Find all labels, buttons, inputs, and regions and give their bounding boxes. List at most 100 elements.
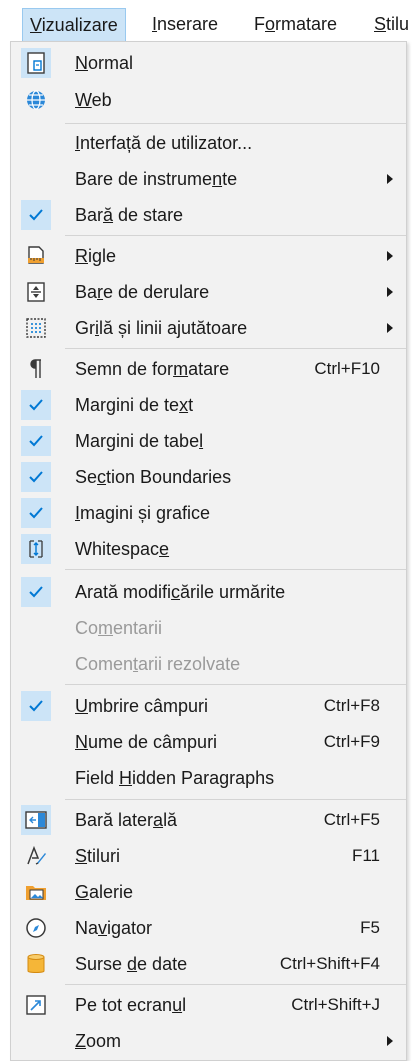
separator — [65, 984, 406, 985]
menu-item-normal[interactable]: Normal — [11, 45, 406, 81]
ruler-icon — [21, 241, 51, 271]
menu-item-label: Bare de instrumente — [75, 169, 238, 189]
menu-item-bara-laterala[interactable]: Bară laterală Ctrl+F5 — [11, 802, 406, 838]
menu-item-whitespace[interactable]: Whitespace — [11, 531, 406, 567]
menu-item-interfata-utilizator[interactable]: Interfață de utilizator... — [11, 125, 406, 161]
menu-item-label: Galerie — [75, 882, 134, 902]
menu-item-shortcut: Ctrl+Shift+F4 — [279, 954, 380, 973]
menu-item-semn-formatare[interactable]: Semn de formatare Ctrl+F10 — [11, 351, 406, 387]
menubar: Vizualizare Inserare Formatare Stilu — [0, 0, 412, 42]
menu-item-zoom[interactable]: Zoom — [11, 1023, 406, 1059]
menu-item-label: Stiluri — [75, 846, 121, 866]
scrollbar-icon — [21, 277, 51, 307]
menu-item-margini-tabel[interactable]: Margini de tabel — [11, 423, 406, 459]
submenu-arrow-icon — [387, 251, 393, 261]
view-dropdown-menu: Normal Web Interfață de utilizator... Ba… — [10, 41, 407, 1061]
whitespace-icon — [21, 534, 51, 564]
menu-item-label: Comentarii — [75, 618, 163, 638]
styles-icon — [21, 841, 51, 871]
database-icon — [21, 949, 51, 979]
menu-formatare[interactable]: Formatare — [254, 12, 337, 36]
menu-item-label: Web — [75, 90, 112, 110]
menu-item-pe-tot-ecranul[interactable]: Pe tot ecranul Ctrl+Shift+J — [11, 987, 406, 1023]
menu-item-label: Whitespace — [75, 539, 170, 559]
menu-item-arata-modificari[interactable]: Arată modificările urmărite — [11, 574, 406, 610]
pilcrow-icon — [21, 354, 51, 384]
menu-item-label: Field Hidden Paragraphs — [75, 768, 275, 788]
menu-item-label: Bare de derulare — [75, 282, 210, 302]
menu-item-label: Pe tot ecranul — [75, 995, 187, 1015]
menu-item-field-hidden-paragraphs[interactable]: Field Hidden Paragraphs — [11, 760, 406, 796]
menu-item-shortcut: Ctrl+F10 — [314, 359, 380, 378]
check-icon — [21, 462, 51, 492]
grid-icon — [21, 313, 51, 343]
check-icon — [21, 390, 51, 420]
menu-item-umbrire-campuri[interactable]: Umbrire câmpuri Ctrl+F8 — [11, 688, 406, 724]
menu-item-bare-instrumente[interactable]: Bare de instrumente — [11, 161, 406, 197]
menu-item-bare-derulare[interactable]: Bare de derulare — [11, 274, 406, 310]
menu-item-navigator[interactable]: Navigator F5 — [11, 910, 406, 946]
navigator-icon — [21, 913, 51, 943]
separator — [65, 799, 406, 800]
menu-item-label: Bară laterală — [75, 810, 178, 830]
menu-item-imagini-grafice[interactable]: Imagini și grafice — [11, 495, 406, 531]
menu-item-label: Section Boundaries — [75, 467, 232, 487]
sidebar-icon — [21, 805, 51, 835]
gallery-icon — [21, 877, 51, 907]
menu-item-label: Rigle — [75, 246, 117, 266]
menu-item-comentarii-rezolvate: Comentarii rezolvate — [11, 646, 406, 682]
menu-item-stiluri[interactable]: Stiluri F11 — [11, 838, 406, 874]
menu-item-grila-linii[interactable]: Grilă și linii ajutătoare — [11, 310, 406, 346]
menu-item-shortcut: Ctrl+F9 — [323, 732, 380, 751]
menu-item-margini-text[interactable]: Margini de text — [11, 387, 406, 423]
submenu-arrow-icon — [387, 287, 393, 297]
submenu-arrow-icon — [387, 174, 393, 184]
menu-inserare[interactable]: Inserare — [152, 12, 218, 36]
menu-item-shortcut: F11 — [351, 846, 380, 865]
menu-item-galerie[interactable]: Galerie — [11, 874, 406, 910]
menu-item-shortcut: Ctrl+F8 — [323, 696, 380, 715]
submenu-arrow-icon — [387, 1036, 393, 1046]
menu-item-shortcut: Ctrl+Shift+J — [291, 995, 380, 1014]
separator — [65, 123, 406, 124]
menu-item-nume-campuri[interactable]: Nume de câmpuri Ctrl+F9 — [11, 724, 406, 760]
separator — [65, 348, 406, 349]
menu-item-label: Margini de tabel — [75, 431, 204, 451]
menu-item-shortcut: F5 — [360, 918, 380, 937]
menu-item-label: Nume de câmpuri — [75, 732, 218, 752]
separator — [65, 569, 406, 570]
menu-item-label: Semn de formatare — [75, 359, 230, 379]
check-icon — [21, 577, 51, 607]
menu-item-label: Grilă și linii ajutătoare — [75, 318, 248, 338]
menu-item-section-boundaries[interactable]: Section Boundaries — [11, 459, 406, 495]
menu-item-label: Umbrire câmpuri — [75, 696, 209, 716]
normal-view-icon — [21, 48, 51, 78]
menu-item-label: Normal — [75, 53, 134, 73]
menu-item-label: Bară de stare — [75, 205, 184, 225]
separator — [65, 684, 406, 685]
separator — [65, 235, 406, 236]
check-icon — [21, 426, 51, 456]
menu-item-label: Navigator — [75, 918, 153, 938]
menu-item-label: Zoom — [75, 1031, 122, 1051]
menu-item-rigle[interactable]: Rigle — [11, 238, 406, 274]
menu-item-surse-date[interactable]: Surse de date Ctrl+Shift+F4 — [11, 946, 406, 982]
check-icon — [21, 691, 51, 721]
menu-item-web[interactable]: Web — [11, 82, 406, 118]
submenu-arrow-icon — [387, 323, 393, 333]
menu-item-comentarii: Comentarii — [11, 610, 406, 646]
menu-item-label: Surse de date — [75, 954, 188, 974]
menu-item-label: Arată modificările urmărite — [75, 582, 286, 602]
menu-item-label: Comentarii rezolvate — [75, 654, 241, 674]
menu-stiluri[interactable]: Stilu — [374, 12, 409, 36]
menu-vizualizare[interactable]: Vizualizare — [22, 8, 126, 42]
menu-item-bara-stare[interactable]: Bară de stare — [11, 197, 406, 233]
globe-icon — [21, 85, 51, 115]
fullscreen-icon — [21, 990, 51, 1020]
check-icon — [21, 200, 51, 230]
menu-item-label: Imagini și grafice — [75, 503, 211, 523]
menu-item-label: Interfață de utilizator... — [75, 133, 253, 153]
check-icon — [21, 498, 51, 528]
menu-item-shortcut: Ctrl+F5 — [323, 810, 380, 829]
menu-item-label: Margini de text — [75, 395, 194, 415]
